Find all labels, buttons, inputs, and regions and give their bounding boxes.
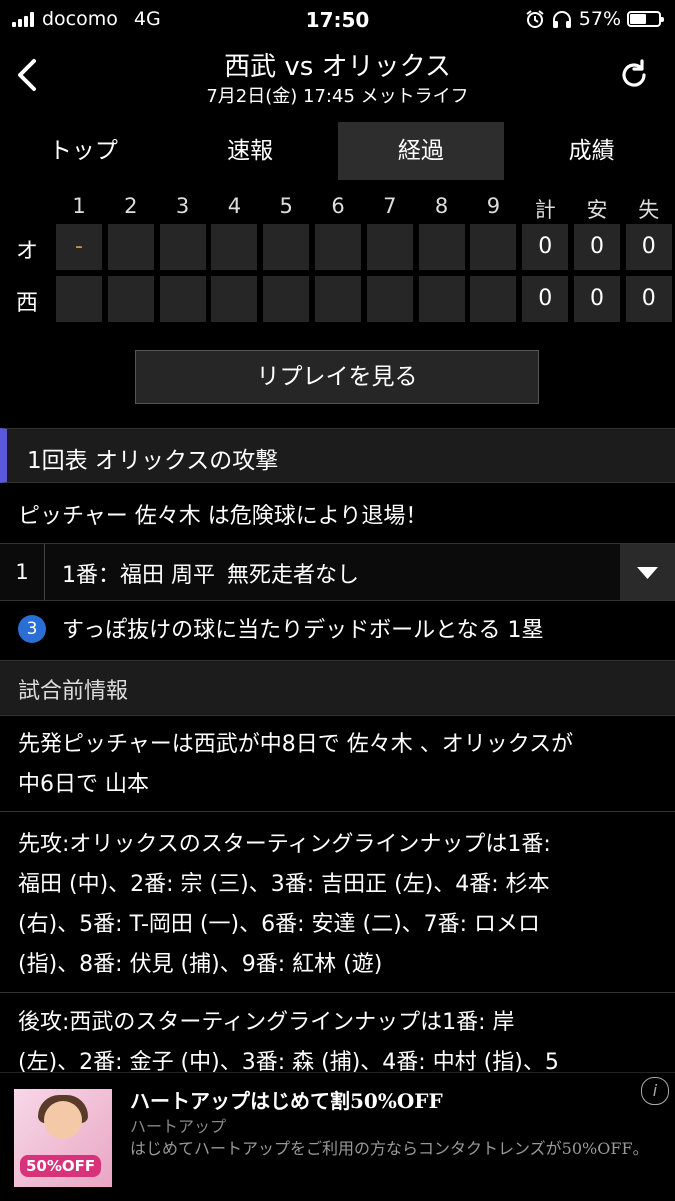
scoreboard-total-cell: 0 <box>522 224 569 270</box>
scoreboard-inning-cell <box>263 224 310 270</box>
status-icons: 57% <box>525 8 664 30</box>
pregame-line: 中6日で 山本 <box>18 772 149 797</box>
play-text: すっぽ抜けの球に当たりデッドボールとなる 1塁 <box>62 618 544 643</box>
ejection-notice: ピッチャー 佐々木 は危険球により退場！ <box>0 488 675 540</box>
scoreboard-inning-cell <box>159 224 206 270</box>
scoreboard-inning-cell <box>315 224 361 270</box>
batter-name: 1番：福田 周平 <box>62 563 215 588</box>
scoreboard-column-header: 計 <box>534 198 556 222</box>
battery-icon <box>627 11 664 27</box>
scoreboard-inning-cell <box>107 276 154 322</box>
inning-header: 1回表 オリックスの攻撃 <box>0 428 675 483</box>
scoreboard-inning-cell <box>159 276 206 322</box>
scoreboard-inning-cell <box>211 224 258 270</box>
scoreboard-inning-cell <box>366 276 413 322</box>
match-title: 西武 vs オリックス <box>224 52 451 82</box>
pregame-line: 後攻:西武のスターティングラインナップは1番: 岸 <box>18 1010 515 1035</box>
scoreboard-team-label: オ <box>15 239 38 264</box>
pregame-header: 試合前情報 <box>0 660 675 716</box>
runner-situation: 無死走者なし <box>227 563 360 588</box>
pregame-heading: 試合前情報 <box>18 679 129 704</box>
scoreboard-column-header: 6 <box>331 194 345 218</box>
at-bat-row[interactable]: 1 1番：福田 周平 無死走者なし <box>0 543 675 601</box>
pregame-paragraph-starters: 先発ピッチャーは西武が中8日で 佐々木 、オリックスが 中6日で 山本 <box>18 725 658 805</box>
notice-text: ピッチャー 佐々木 は危険球により退場！ <box>18 504 428 529</box>
replay-button[interactable]: リプレイを見る <box>135 350 539 404</box>
chevron-down-icon <box>637 567 658 579</box>
pregame-line: 先攻:オリックスのスターティングラインナップは1番: <box>18 832 551 857</box>
tab-stats[interactable]: 成績 <box>508 122 675 180</box>
headphones-icon <box>552 11 571 28</box>
scoreboard-column-header: 1 <box>72 194 86 218</box>
pregame-line: 先発ピッチャーは西武が中8日で 佐々木 、オリックスが <box>18 732 574 757</box>
scoreboard-inning-cell <box>263 276 310 322</box>
scoreboard-inning-cell <box>470 224 517 270</box>
inning-title: 1回表 オリックスの攻撃 <box>27 448 279 474</box>
scoreboard-total-cell: 0 <box>625 224 672 270</box>
scoreboard-inning-cell <box>418 224 465 270</box>
scoreboard-column-header: 4 <box>227 194 242 218</box>
match-subtitle: 7月2日(金) 17:45 メットライフ <box>206 86 469 107</box>
pregame-paragraph-visitor-lineup: 先攻:オリックスのスターティングラインナップは1番: 福田 (中)、2番: 宗 … <box>18 825 658 985</box>
ad-brand: ハートアップ <box>130 1117 227 1136</box>
tab-bar: トップ 速報 経過 成績 <box>0 122 675 180</box>
ad-description: はじめてハートアップをご利用の方ならコンタクトレンズが50%OFF。 <box>130 1139 649 1158</box>
ad-banner[interactable]: 50%OFF ハートアップはじめて割50%OFF ハートアップ はじめてハートア… <box>0 1072 675 1201</box>
at-bat-text: 1番：福田 周平 無死走者なし <box>62 557 359 589</box>
pregame-line: (指)、8番: 伏見 (捕)、9番: 紅林 (遊) <box>18 952 383 977</box>
tab-live[interactable]: 速報 <box>167 122 334 180</box>
tab-progress[interactable]: 経過 <box>337 122 505 180</box>
scoreboard-inning-cell <box>470 276 517 322</box>
status-bar: docomo 4G 17:50 57% <box>0 0 675 40</box>
pregame-line: (右)、5番: T-岡田 (一)、6番: 安達 (二)、7番: ロメロ <box>18 912 541 937</box>
scoreboard-column-header: 3 <box>175 194 190 218</box>
scoreboard-total-cell: 0 <box>574 276 620 322</box>
scoreboard-inning-cell <box>366 224 413 270</box>
play-event: 3 すっぽ抜けの球に当たりデッドボールとなる 1塁 <box>0 600 675 656</box>
ad-thumbnail[interactable]: 50%OFF <box>14 1089 112 1187</box>
ad-model-face <box>44 1101 82 1139</box>
scoreboard-column-header: 5 <box>279 194 293 218</box>
ad-info-icon[interactable]: i <box>641 1077 669 1105</box>
pregame-line: 福田 (中)、2番: 宗 (三)、3番: 吉田正 (左)、4番: 杉本 <box>18 872 550 897</box>
scoreboard-total-cell: 0 <box>625 276 672 322</box>
scoreboard-column-header: 9 <box>486 194 501 218</box>
scoreboard-team-label: 西 <box>15 291 38 316</box>
scoreboard-column-header: 失 <box>638 198 660 222</box>
scoreboard-inning-cell <box>315 276 361 322</box>
ad-thumb-promo: 50%OFF <box>20 1155 102 1177</box>
pitch-count-badge: 3 <box>18 615 46 643</box>
scoreboard-column-header: 安 <box>586 198 608 222</box>
divider <box>0 992 675 993</box>
refresh-icon[interactable] <box>617 58 651 92</box>
alarm-icon <box>526 10 544 28</box>
scoreboard-inning-cell <box>418 276 465 322</box>
scoreboard-inning-cell: - <box>56 224 102 270</box>
header: 西武 vs オリックス 7月2日(金) 17:45 メットライフ <box>0 40 675 115</box>
scoreboard-inning-cell <box>211 276 258 322</box>
scoreboard-column-header: 7 <box>383 194 397 218</box>
at-bat-number: 1 <box>0 544 45 600</box>
pregame-paragraph-home-lineup: 後攻:西武のスターティングラインナップは1番: 岸 (左)、2番: 金子 (中)… <box>18 1003 658 1083</box>
scoreboard-inning-cell <box>107 224 154 270</box>
scoreboard-total-cell: 0 <box>574 224 620 270</box>
scoreboard-column-header: 8 <box>434 194 449 218</box>
scoreboard-inning-cell <box>56 276 102 322</box>
expand-button[interactable] <box>620 544 675 600</box>
tab-top[interactable]: トップ <box>0 122 167 180</box>
scoreboard-column-header: 2 <box>124 194 138 218</box>
divider <box>0 811 675 812</box>
scoreboard-total-cell: 0 <box>522 276 569 322</box>
battery-percent: 57% <box>578 8 621 30</box>
ad-title[interactable]: ハートアップはじめて割50%OFF <box>130 1085 443 1114</box>
